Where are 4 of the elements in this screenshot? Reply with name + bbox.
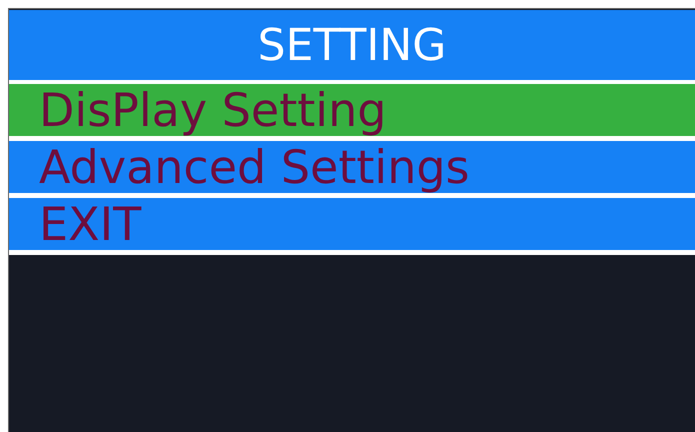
menu-item[interactable]: DisPlay Setting bbox=[9, 84, 695, 136]
menu-title: SETTING bbox=[9, 10, 695, 80]
menu-item[interactable]: EXIT bbox=[9, 198, 695, 250]
menu-item[interactable]: Advanced Settings bbox=[9, 141, 695, 193]
